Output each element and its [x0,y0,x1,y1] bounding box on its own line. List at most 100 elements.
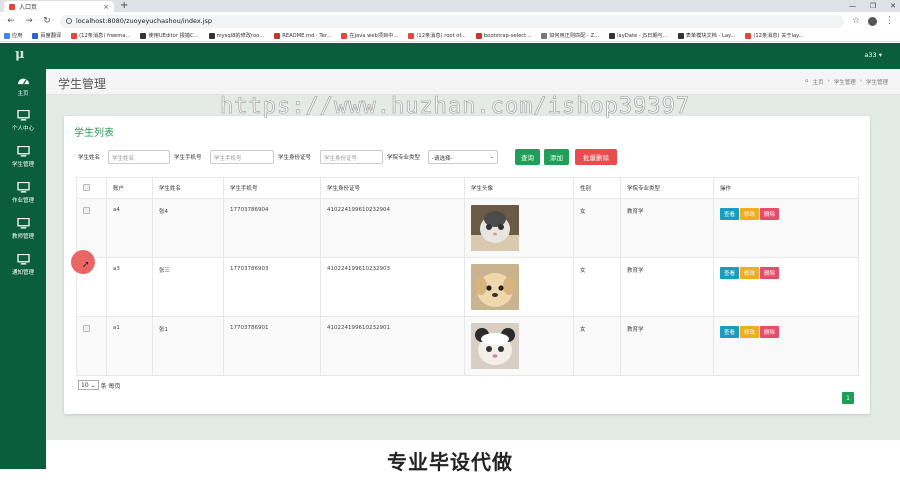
column-header: 账户 [106,177,153,199]
bookmark-item[interactable]: README.md · Ter... [274,32,331,39]
bookmark-item[interactable]: bootstrap-select... [475,32,531,39]
close-window-icon[interactable]: ✕ [890,0,896,12]
sidebar-item-notices[interactable]: 通知管理 [0,254,46,276]
idcard-cell: 410224199610232903 [320,257,465,317]
add-button[interactable]: 添加 [544,149,569,165]
column-header: 学院专业类型 [620,177,714,199]
row-checkbox[interactable] [83,207,90,214]
delete-button[interactable]: 删除 [760,267,780,279]
url-input[interactable]: localhost:8080/zuoyeyuchashou/index.jsp [60,14,844,28]
monitor-icon [16,110,30,121]
delete-button[interactable]: 删除 [760,208,780,220]
bookmark-item[interactable]: (12条消息) freema... [71,32,130,39]
monitor-icon [16,218,30,229]
minimize-icon[interactable]: — [849,0,856,12]
search-button[interactable]: 查询 [515,149,540,165]
actions-cell: 查看 修改 删除 [713,198,859,258]
gender-cell: 女 [573,316,621,376]
idcard-cell: 410224199610232901 [320,316,465,376]
row-checkbox[interactable] [83,325,90,332]
browser-tab[interactable]: 入口页 × [4,1,114,12]
sidebar-item-students[interactable]: 学生管理 [0,146,46,168]
row-select-cell [76,316,107,376]
bookmark-item[interactable]: 百度翻译 [32,32,61,39]
tab-favicon-icon [9,3,15,10]
tab-close-icon[interactable]: × [103,3,109,11]
bookmark-favicon-icon [677,32,684,39]
page-size-label: 条 每页 [100,382,121,390]
sidebar-item-home[interactable]: 主页 [0,75,46,97]
bookmark-item[interactable]: 表单模块文档 - Lay... [677,32,735,39]
name-cell: 张三 [152,257,224,317]
sidebar-item-teachers[interactable]: 教师管理 [0,218,46,240]
sidebar-item-profile[interactable]: 个人中心 [0,110,46,132]
breadcrumb-section[interactable]: 学生管理 [834,78,856,86]
delete-button[interactable]: 删除 [760,326,780,338]
monitor-icon [16,254,30,265]
sidebar-item-homework[interactable]: 作业管理 [0,182,46,204]
student-table: 账户 学生姓名 学生手机号 学生身份证号 学生头像 性别 学院专业类型 操作 a… [76,177,859,376]
address-bar: ← → ↻ localhost:8080/zuoyeyuchashou/inde… [0,12,900,30]
bookmark-star-icon[interactable]: ☆ [852,16,860,26]
gender-cell: 女 [573,257,621,317]
back-icon[interactable]: ← [6,16,16,26]
bookmark-item[interactable]: 如何用正则匹配 - Z... [541,32,599,39]
watermark-text: https://www.huzhan.com/ishop39397 [220,94,691,120]
browser-menu-icon[interactable]: ⋮ [885,16,894,26]
avatar-cell [464,198,574,258]
sidebar: 主页 个人中心 学生管理 作业管理 教师管理 通知管理 [0,69,46,469]
breadcrumb-home[interactable]: 主页 [813,78,824,86]
bookmark-item[interactable]: (12条消息) root of... [408,32,466,39]
bookmark-favicon-icon [32,32,39,39]
idcard-filter-input[interactable]: 学生身份证号 [320,150,383,164]
view-button[interactable]: 查看 [720,208,740,220]
bookmark-item[interactable]: mysql8的修改roo... [208,32,264,39]
monitor-icon [16,182,30,193]
major-cell: 教育学 [620,198,714,258]
bookmark-favicon-icon [408,32,415,39]
phone-filter-input[interactable]: 学生手机号 [210,150,274,164]
bookmark-item[interactable]: 应用 [4,32,22,39]
batch-delete-button[interactable]: 批量删除 [575,149,617,165]
bookmark-favicon-icon [745,32,752,39]
bookmark-favicon-icon [208,32,215,39]
bookmark-item[interactable]: (12条消息) 关于lay... [745,32,803,39]
gender-cell: 女 [573,198,621,258]
page-size-select[interactable]: 10 ⌄ [78,380,99,390]
edit-button[interactable]: 修改 [740,208,760,220]
tab-title: 入口页 [19,4,38,11]
bookmark-item[interactable]: 使用UEditor 报错C... [140,32,199,39]
site-info-icon[interactable] [66,18,72,24]
edit-button[interactable]: 修改 [740,267,760,279]
forward-icon[interactable]: → [24,16,34,26]
bookmark-item[interactable]: layDate - JS日期与... [609,32,668,39]
student-list-card: 学生列表 学生姓名 学生姓名 学生手机号 学生手机号 学生身份证号 学生身份证号… [64,116,870,414]
reload-icon[interactable]: ↻ [42,16,52,26]
new-tab-button[interactable]: + [120,0,128,12]
user-menu[interactable]: a33 ▾ [864,51,882,59]
pagination-page-1[interactable]: 1 [842,392,854,404]
browser-tabstrip: 入口页 × + — ❐ ✕ [0,0,900,12]
page-size-control: 10 ⌄ 条 每页 [78,380,121,390]
major-cell: 教育学 [620,316,714,376]
column-header: 学生头像 [464,177,574,199]
student-avatar [471,264,519,310]
card-title: 学生列表 [74,128,114,139]
select-all-checkbox[interactable] [83,183,90,191]
bookmark-favicon-icon [274,32,281,39]
url-text: localhost:8080/zuoyeyuchashou/index.jsp [76,17,213,25]
name-filter-input[interactable]: 学生姓名 [108,150,170,164]
select-all-cell [76,177,107,199]
name-cell: 张4 [152,198,224,258]
maximize-icon[interactable]: ❐ [870,0,876,12]
profile-icon[interactable] [868,16,877,26]
edit-button[interactable]: 修改 [740,326,760,338]
view-button[interactable]: 查看 [720,267,740,279]
view-button[interactable]: 查看 [720,326,740,338]
monitor-icon [16,146,30,157]
actions-cell: 查看 修改 删除 [713,316,859,376]
bookmark-item[interactable]: 在java web项目中... [341,32,398,39]
major-filter-select[interactable]: -请选择- ⌄ [428,150,498,164]
bookmark-favicon-icon [541,32,548,39]
row-select-cell [76,198,107,258]
